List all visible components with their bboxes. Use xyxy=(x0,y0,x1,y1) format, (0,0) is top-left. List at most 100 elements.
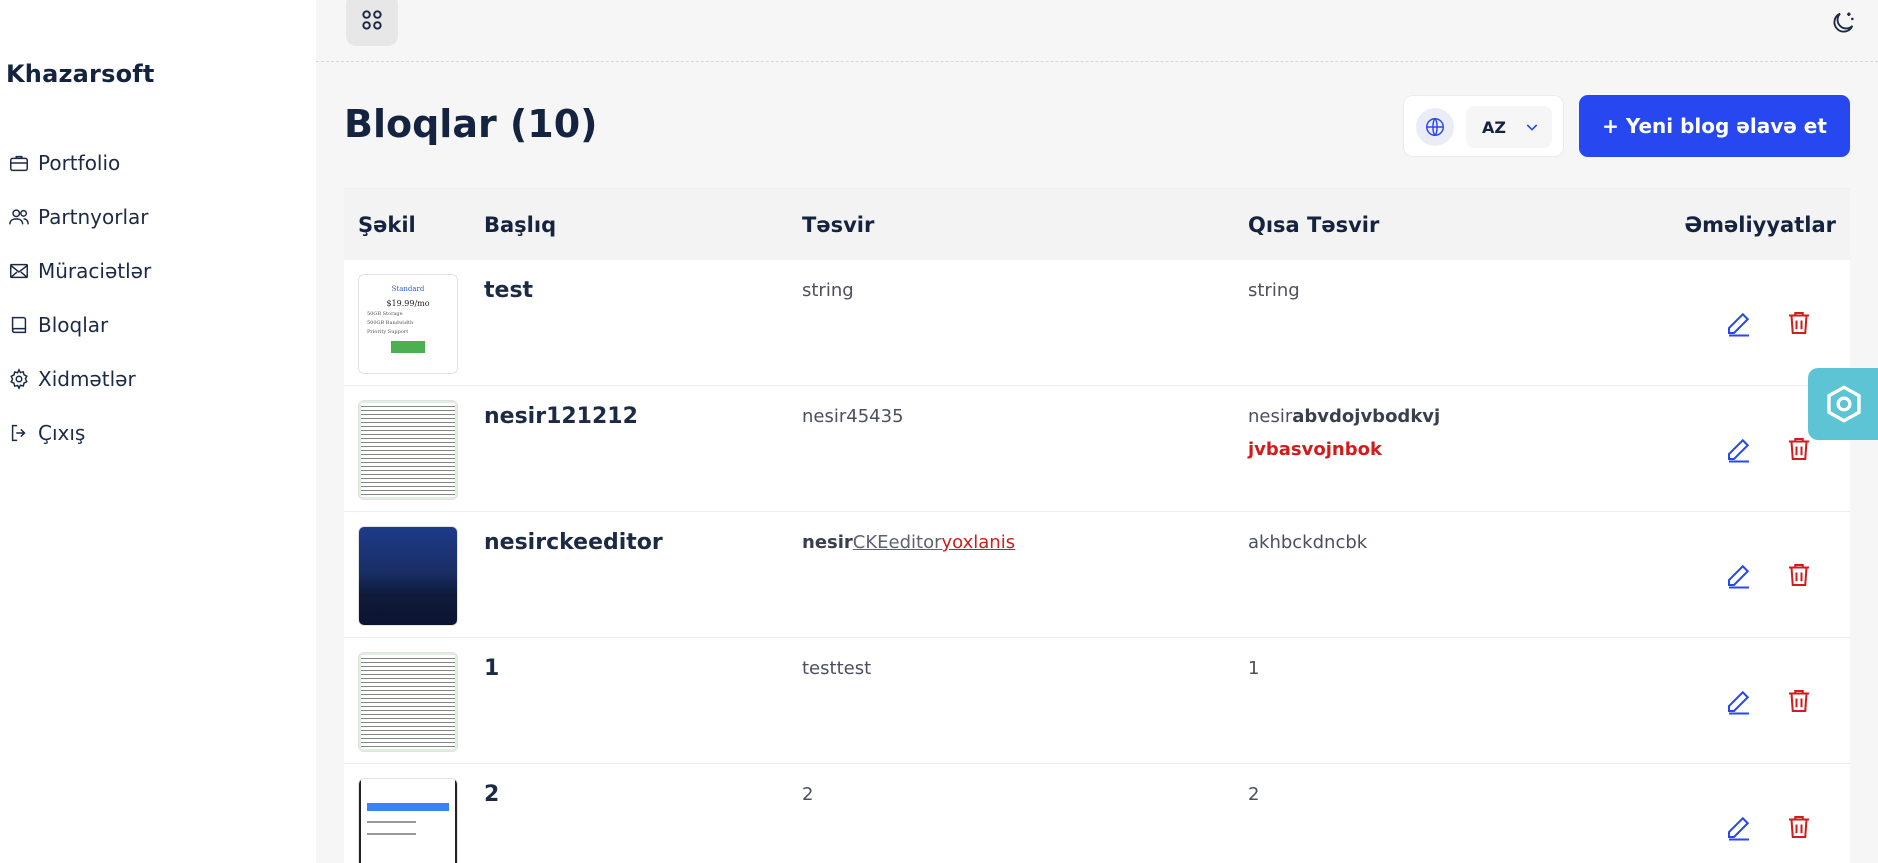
trash-icon xyxy=(1789,312,1809,334)
delete-button[interactable] xyxy=(1784,686,1814,716)
pencil-icon xyxy=(1728,816,1750,841)
sidebar: Khazarsoft Portfolio Partnyorlar Müraciə… xyxy=(0,0,316,863)
add-blog-button[interactable]: + Yeni blog əlavə et xyxy=(1579,95,1850,157)
brand-logo-text[interactable]: Khazarsoft xyxy=(6,60,155,88)
blog-short-description: 1 xyxy=(1248,658,1260,679)
short-desc-bold: abvdojvbodkvj xyxy=(1292,406,1441,427)
edit-button[interactable] xyxy=(1724,560,1754,590)
moon-icon xyxy=(1833,12,1854,33)
sidebar-item-label: Portfolio xyxy=(38,151,121,175)
blog-description: nesir45435 xyxy=(802,406,904,427)
blogs-table: Şəkil Başlıq Təsvir Qısa Təsvir Əməliyya… xyxy=(344,188,1850,863)
blog-thumbnail[interactable] xyxy=(358,400,458,500)
pencil-icon xyxy=(1728,690,1750,715)
page-title: Bloqlar (10) xyxy=(344,102,598,146)
table-header: Şəkil Başlıq Təsvir Qısa Təsvir Əməliyya… xyxy=(344,188,1850,260)
pencil-icon xyxy=(1728,438,1750,463)
pricing-card-thumbnail: Standard $19.99/mo 50GB Storage 500GB Ba… xyxy=(359,275,457,373)
sidebar-item-portfolio[interactable]: Portfolio xyxy=(6,136,151,190)
document-thumbnail xyxy=(359,401,457,499)
trash-icon xyxy=(1789,816,1809,838)
edit-button[interactable] xyxy=(1724,812,1754,842)
column-header-short-description: Qısa Təsvir xyxy=(1248,213,1380,237)
thumbnail-line xyxy=(367,833,417,835)
blog-description: nesirCKEeditoryoxlanis xyxy=(802,532,1015,553)
mail-icon xyxy=(6,258,32,284)
delete-button[interactable] xyxy=(1784,434,1814,464)
users-icon xyxy=(6,204,32,230)
edit-button[interactable] xyxy=(1724,686,1754,716)
document-thumbnail xyxy=(359,653,457,751)
sidebar-item-logout[interactable]: Çıxış xyxy=(6,406,151,460)
book-icon xyxy=(6,312,32,338)
sidebar-item-label: Partnyorlar xyxy=(38,205,149,229)
sidebar-item-blogs[interactable]: Bloqlar xyxy=(6,298,151,352)
trash-icon xyxy=(1789,438,1809,460)
blog-thumbnail[interactable] xyxy=(358,778,458,863)
form-thumbnail xyxy=(359,779,457,863)
desc-underline-red: yoxlanis xyxy=(941,532,1016,553)
blog-short-description: string xyxy=(1248,280,1300,301)
sidebar-item-applications[interactable]: Müraciətlər xyxy=(6,244,151,298)
blog-description: string xyxy=(802,280,854,301)
blog-title: 1 xyxy=(484,656,500,681)
blog-title: nesir121212 xyxy=(484,404,638,429)
sidebar-item-label: Müraciətlər xyxy=(38,259,152,283)
language-select[interactable]: AZ xyxy=(1466,106,1552,148)
thumbnail-line: 50GB Storage xyxy=(367,311,403,317)
column-header-description: Təsvir xyxy=(802,213,875,237)
blog-title: nesirckeeditor xyxy=(484,530,663,555)
table-row: nesirckeeditor nesirCKEeditoryoxlanis ak… xyxy=(344,512,1850,638)
delete-button[interactable] xyxy=(1784,308,1814,338)
theme-toggle-button[interactable] xyxy=(1826,6,1860,40)
thumbnail-subscribe xyxy=(391,341,425,353)
language-code: AZ xyxy=(1482,117,1506,137)
blog-thumbnail[interactable]: Standard $19.99/mo 50GB Storage 500GB Ba… xyxy=(358,274,458,374)
apps-menu-button[interactable] xyxy=(346,0,398,46)
blog-thumbnail[interactable] xyxy=(358,526,458,626)
sidebar-item-label: Xidmətlər xyxy=(38,367,136,391)
column-header-image: Şəkil xyxy=(358,213,416,237)
logout-icon xyxy=(6,420,32,446)
thumbnail-heading: Standard xyxy=(391,285,425,293)
table-row: 1 testtest 1 xyxy=(344,638,1850,764)
edit-button[interactable] xyxy=(1724,308,1754,338)
trash-icon xyxy=(1789,690,1809,712)
blog-description: 2 xyxy=(802,784,814,805)
pencil-icon xyxy=(1728,312,1750,337)
sidebar-item-services[interactable]: Xidmətlər xyxy=(6,352,151,406)
gear-icon xyxy=(6,366,32,392)
sidebar-item-label: Bloqlar xyxy=(38,313,109,337)
blog-short-description: 2 xyxy=(1248,784,1260,805)
column-header-title: Başlıq xyxy=(484,213,557,237)
hexagon-settings-icon xyxy=(1827,385,1861,423)
short-desc-part: nesir xyxy=(1248,406,1293,427)
edit-button[interactable] xyxy=(1724,434,1754,464)
delete-button[interactable] xyxy=(1784,560,1814,590)
language-switcher: AZ xyxy=(1403,95,1564,157)
music-thumbnail xyxy=(359,527,457,625)
delete-button[interactable] xyxy=(1784,812,1814,842)
sidebar-item-label: Çıxış xyxy=(38,421,86,445)
thumbnail-bar xyxy=(367,803,449,811)
table-row: Standard $19.99/mo 50GB Storage 500GB Ba… xyxy=(344,260,1850,386)
globe-icon[interactable] xyxy=(1416,108,1454,146)
chevron-down-icon xyxy=(1526,124,1538,131)
thumbnail-line: Priority Support xyxy=(367,329,409,335)
blog-short-description: nesirabvdojvbodkvj jvbasvojnbok xyxy=(1248,406,1440,460)
top-bar xyxy=(316,0,1878,62)
sidebar-item-partners[interactable]: Partnyorlar xyxy=(6,190,151,244)
thumbnail-line xyxy=(367,821,417,823)
table-row: 2 2 2 xyxy=(344,764,1850,863)
floating-help-widget[interactable] xyxy=(1808,368,1878,440)
pencil-icon xyxy=(1728,564,1750,589)
blog-short-description: akhbckdncbk xyxy=(1248,532,1368,553)
sidebar-nav: Portfolio Partnyorlar Müraciətlər Bloqla… xyxy=(6,136,151,460)
desc-bold: nesir xyxy=(802,532,853,553)
briefcase-icon xyxy=(6,150,32,176)
thumbnail-line: 500GB Bandwidth xyxy=(367,320,414,326)
grid-icon xyxy=(362,10,382,30)
blog-title: test xyxy=(484,278,534,303)
thumbnail-price: $19.99/mo xyxy=(386,299,430,308)
blog-thumbnail[interactable] xyxy=(358,652,458,752)
